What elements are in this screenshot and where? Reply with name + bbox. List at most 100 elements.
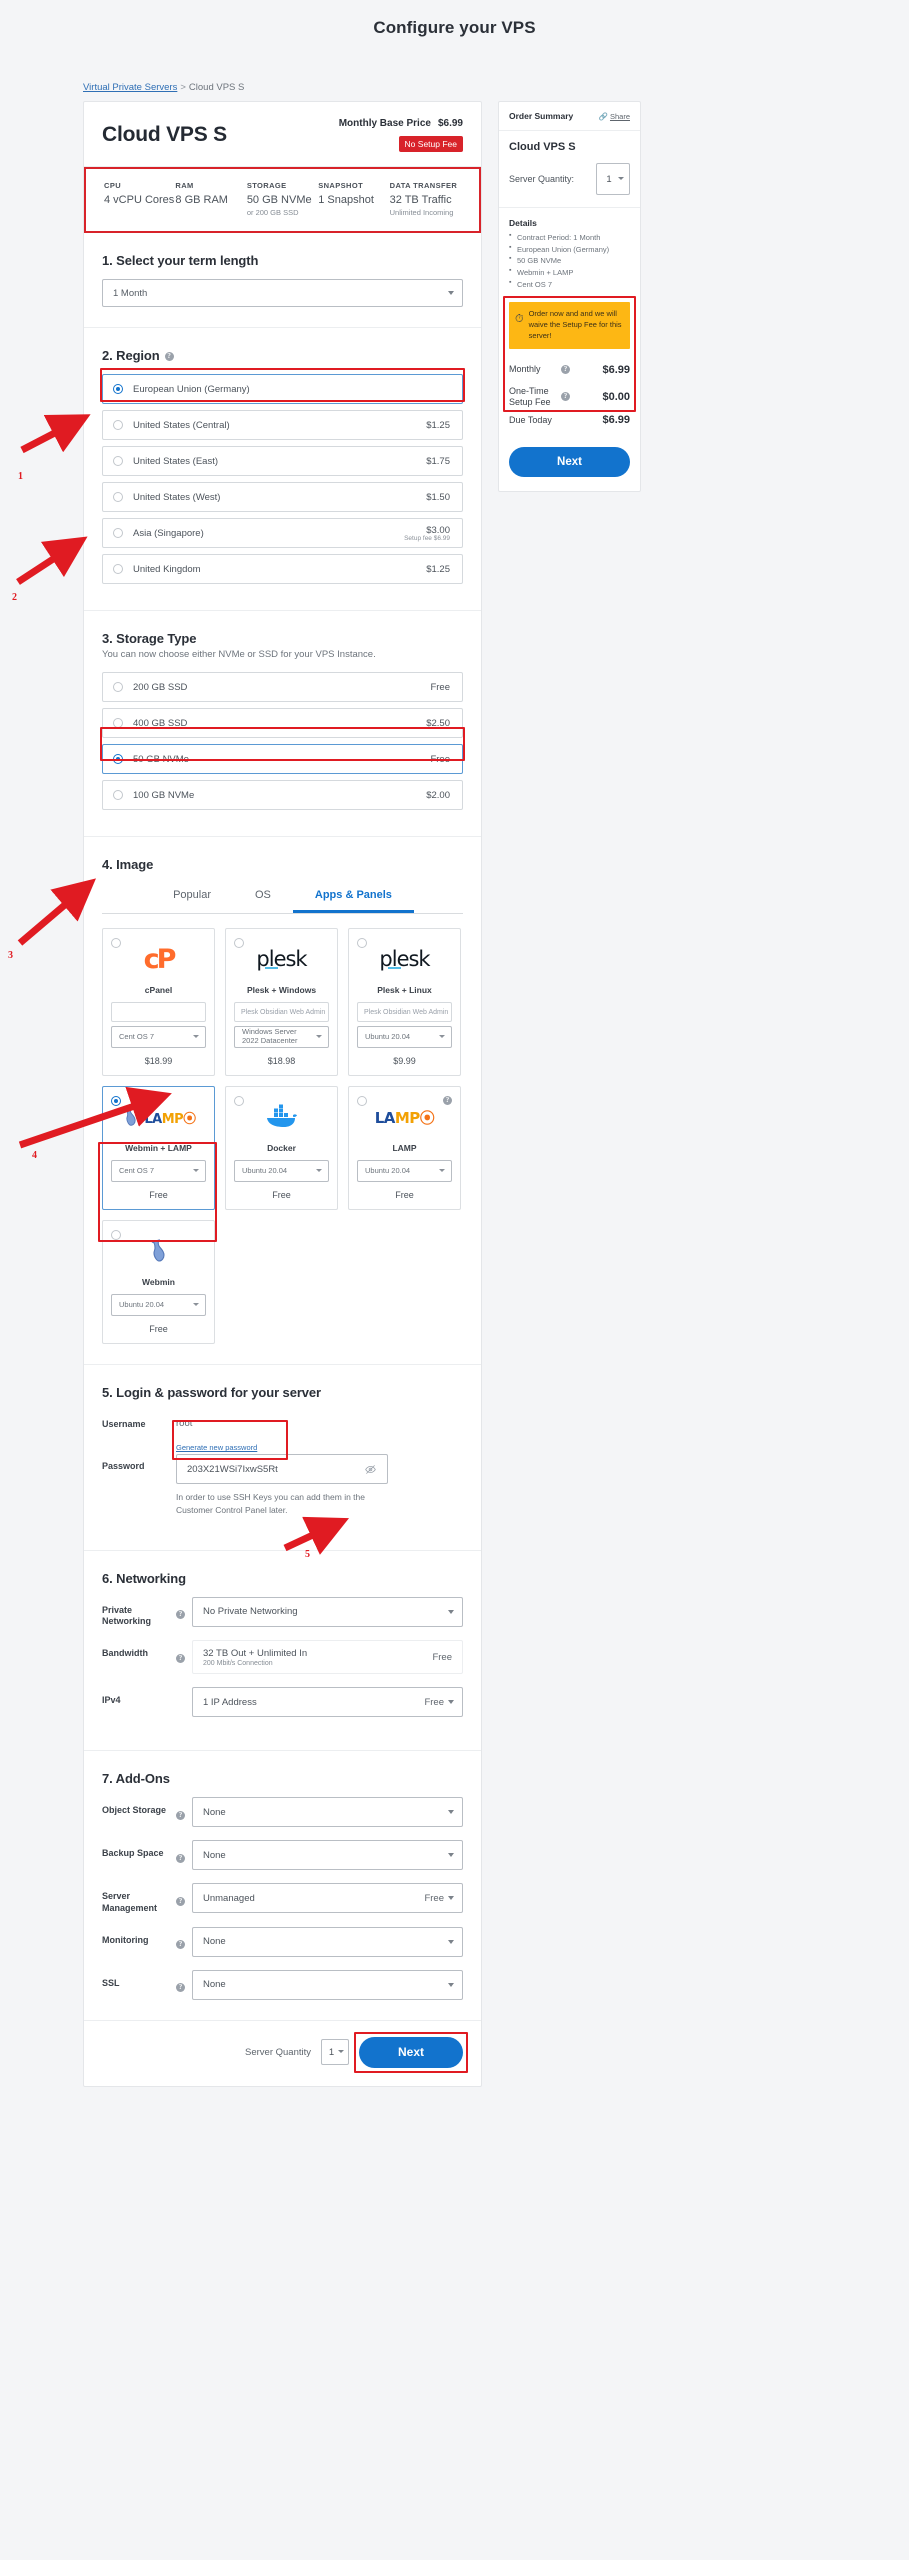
ipv4-row: IPv4 1 IP Address Free bbox=[102, 1687, 463, 1718]
radio-icon[interactable] bbox=[113, 754, 123, 764]
radio-icon[interactable] bbox=[113, 682, 123, 692]
storage-option-200gb-ssd[interactable]: 200 GB SSD Free bbox=[102, 672, 463, 702]
backup-space-value: None bbox=[203, 1849, 226, 1861]
image-card-webmin-lamp[interactable]: LAMP⦿ Webmin + LAMP Cent OS 7 Free bbox=[102, 1086, 215, 1210]
help-icon[interactable]: ? bbox=[561, 365, 570, 375]
generate-password-link[interactable]: Generate new password bbox=[176, 1443, 388, 1452]
storage-option-50gb-nvme[interactable]: 50 GB NVMe Free bbox=[102, 744, 463, 774]
image-card-os-select[interactable]: Ubuntu 20.04 bbox=[234, 1160, 329, 1182]
region-option-us-west[interactable]: United States (West) $1.50 bbox=[102, 482, 463, 512]
help-icon[interactable]: ? bbox=[164, 352, 174, 362]
image-card-price: Free bbox=[395, 1190, 414, 1200]
help-icon[interactable]: ? bbox=[176, 1610, 185, 1620]
radio-icon[interactable] bbox=[113, 718, 123, 728]
radio-icon[interactable] bbox=[234, 1096, 244, 1106]
eye-off-icon[interactable] bbox=[365, 1464, 376, 1478]
help-icon[interactable]: ? bbox=[176, 1810, 185, 1820]
region-option-price-amount: $3.00 bbox=[426, 524, 450, 536]
chevron-down-icon bbox=[193, 1303, 199, 1306]
radio-icon[interactable] bbox=[113, 528, 123, 538]
image-card-webmin[interactable]: Webmin Ubuntu 20.04 Free bbox=[102, 1220, 215, 1344]
order-summary-quantity-value: 1 bbox=[606, 173, 612, 185]
image-card-price: Free bbox=[149, 1324, 168, 1334]
image-card-price: Free bbox=[272, 1190, 291, 1200]
server-management-select[interactable]: Unmanaged Free bbox=[192, 1883, 463, 1914]
tab-os[interactable]: OS bbox=[233, 883, 293, 913]
image-card-os-select[interactable]: Cent OS 7 bbox=[111, 1160, 206, 1182]
monitoring-select[interactable]: None bbox=[192, 1926, 463, 1957]
footer-quantity-select[interactable]: 1 bbox=[321, 2039, 349, 2066]
help-icon[interactable]: ? bbox=[176, 1940, 185, 1950]
image-card-os-select[interactable]: Ubuntu 20.04 bbox=[111, 1294, 206, 1316]
term-length-select[interactable]: 1 Month bbox=[102, 279, 463, 307]
help-icon[interactable]: ? bbox=[176, 1653, 185, 1663]
backup-space-label: Backup Space bbox=[102, 1848, 164, 1859]
spec-data-transfer: DATA TRANSFER 32 TB Traffic Unlimited In… bbox=[390, 181, 461, 217]
storage-option-label: 100 GB NVMe bbox=[133, 789, 195, 801]
tab-apps-panels[interactable]: Apps & Panels bbox=[292, 883, 414, 913]
radio-icon[interactable] bbox=[113, 564, 123, 574]
image-card-os-select[interactable]: Ubuntu 20.04 bbox=[357, 1160, 452, 1182]
radio-icon[interactable] bbox=[113, 790, 123, 800]
storage-option-label: 200 GB SSD bbox=[133, 681, 188, 693]
section-title: 1. Select your term length bbox=[102, 253, 259, 268]
storage-option-100gb-nvme[interactable]: 100 GB NVMe $2.00 bbox=[102, 780, 463, 810]
price-row-due-today: Due Today $6.99 bbox=[509, 414, 630, 426]
private-networking-select[interactable]: No Private Networking bbox=[192, 1596, 463, 1627]
list-item: 50 GB NVMe bbox=[509, 254, 630, 267]
footer-next-button[interactable]: Next bbox=[359, 2036, 463, 2068]
radio-icon[interactable] bbox=[113, 492, 123, 502]
image-card-plesk-windows[interactable]: plesk Plesk + Windows Plesk Obsidian Web… bbox=[225, 928, 338, 1076]
help-icon[interactable]: ? bbox=[176, 1983, 185, 1993]
image-card-os-select[interactable]: Windows Server 2022 Datacenter bbox=[234, 1026, 329, 1048]
help-icon[interactable]: ? bbox=[443, 1096, 452, 1105]
region-option-uk[interactable]: United Kingdom $1.25 bbox=[102, 554, 463, 584]
image-card-app-select[interactable] bbox=[111, 1002, 206, 1022]
order-summary-next-button[interactable]: Next bbox=[509, 447, 630, 478]
plesk-logo-icon: plesk bbox=[379, 947, 430, 971]
object-storage-select[interactable]: None bbox=[192, 1797, 463, 1828]
radio-icon[interactable] bbox=[111, 1096, 121, 1106]
region-option-asia[interactable]: Asia (Singapore) $3.00 Setup fee $6.99 bbox=[102, 518, 463, 548]
help-icon[interactable]: ? bbox=[176, 1853, 185, 1863]
tab-popular[interactable]: Popular bbox=[151, 883, 233, 913]
image-card-os-select[interactable]: Ubuntu 20.04 bbox=[357, 1026, 452, 1048]
ipv4-select[interactable]: 1 IP Address Free bbox=[192, 1687, 463, 1718]
radio-icon[interactable] bbox=[111, 938, 121, 948]
image-card-plesk-linux[interactable]: plesk Plesk + Linux Plesk Obsidian Web A… bbox=[348, 928, 461, 1076]
radio-icon[interactable] bbox=[113, 456, 123, 466]
breadcrumb-root-link[interactable]: Virtual Private Servers bbox=[83, 82, 177, 93]
server-management-row: Server Management ? Unmanaged Free bbox=[102, 1883, 463, 1914]
help-icon[interactable]: ? bbox=[176, 1896, 185, 1906]
backup-space-select[interactable]: None bbox=[192, 1840, 463, 1871]
order-summary-quantity-select[interactable]: 1 bbox=[596, 163, 630, 195]
storage-option-400gb-ssd[interactable]: 400 GB SSD $2.50 bbox=[102, 708, 463, 738]
image-card-lamp[interactable]: ? LAMP⦿ LAMP Ubuntu 20.04 Free bbox=[348, 1086, 461, 1210]
image-card-os-value: Cent OS 7 bbox=[119, 1031, 155, 1041]
help-icon[interactable]: ? bbox=[561, 391, 570, 401]
image-card-app-select[interactable]: Plesk Obsidian Web Admin bbox=[357, 1002, 452, 1022]
radio-icon[interactable] bbox=[111, 1230, 121, 1240]
radio-icon[interactable] bbox=[234, 938, 244, 948]
image-card-app-select[interactable]: Plesk Obsidian Web Admin bbox=[234, 1002, 329, 1022]
password-input[interactable]: 203X21WSi7IxwS5Rt bbox=[176, 1454, 388, 1485]
radio-icon[interactable] bbox=[357, 1096, 367, 1106]
spec-cpu: CPU 4 vCPU Cores bbox=[104, 181, 175, 217]
region-option-us-east[interactable]: United States (East) $1.75 bbox=[102, 446, 463, 476]
region-option-us-central[interactable]: United States (Central) $1.25 bbox=[102, 410, 463, 440]
stopwatch-icon: ⏱ bbox=[515, 313, 524, 326]
radio-icon[interactable] bbox=[113, 420, 123, 430]
radio-icon[interactable] bbox=[113, 384, 123, 394]
image-card-cpanel[interactable]: cP cPanel Cent OS 7 $18.99 bbox=[102, 928, 215, 1076]
radio-icon[interactable] bbox=[357, 938, 367, 948]
region-option-eu[interactable]: European Union (Germany) bbox=[102, 374, 463, 404]
image-card-os-select[interactable]: Cent OS 7 bbox=[111, 1026, 206, 1048]
chevron-down-icon bbox=[448, 1896, 454, 1901]
ssl-select[interactable]: None bbox=[192, 1969, 463, 2000]
share-button[interactable]: 🔗 Share bbox=[599, 112, 630, 121]
ipv4-value: 1 IP Address bbox=[203, 1696, 257, 1708]
image-card-os-value: Cent OS 7 bbox=[119, 1165, 155, 1175]
list-item: European Union (Germany) bbox=[509, 243, 630, 256]
image-card-docker[interactable]: Docker Ubuntu 20.04 Free bbox=[225, 1086, 338, 1210]
region-option-label: Asia (Singapore) bbox=[133, 527, 204, 539]
